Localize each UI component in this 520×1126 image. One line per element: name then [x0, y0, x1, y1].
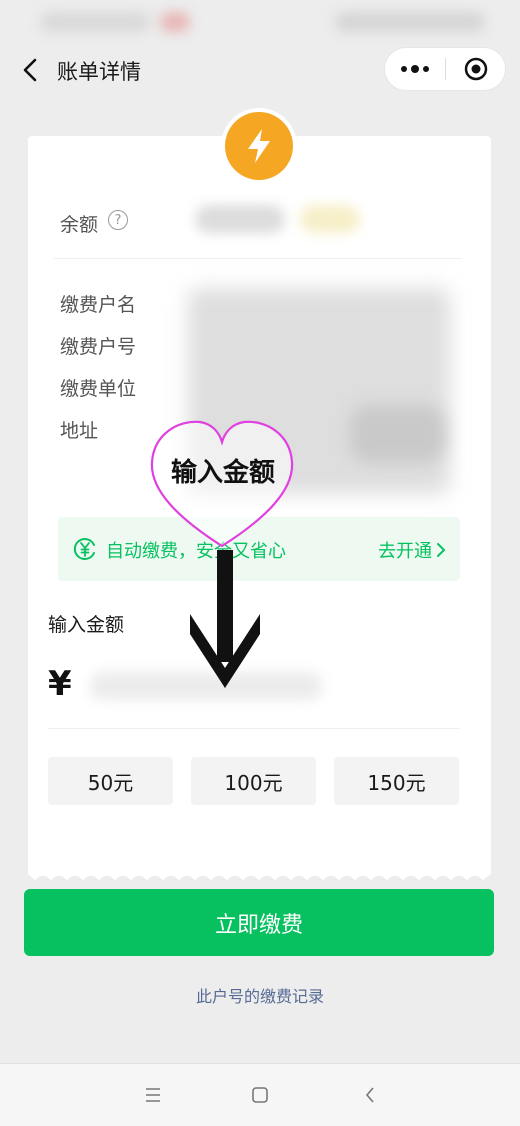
square-home-icon [252, 1087, 268, 1103]
back-button[interactable] [14, 54, 46, 86]
quick-amount-150-button[interactable]: 150元 [334, 757, 459, 805]
chevron-right-icon [437, 543, 446, 557]
card-divider-top [54, 258, 462, 259]
close-button[interactable] [446, 48, 505, 90]
address-value-blur [350, 405, 445, 463]
chevron-left-icon [23, 58, 37, 82]
status-icons-blur [335, 12, 485, 32]
lightning-badge [225, 112, 293, 180]
balance-badge-blur [300, 205, 360, 233]
mini-program-capsule [384, 47, 506, 91]
field-label-account-number: 缴费户号 [60, 336, 137, 358]
heart-annotation-text: 输入金额 [170, 458, 275, 488]
lightning-icon [248, 129, 270, 163]
status-time-blur [40, 12, 150, 32]
system-back-button[interactable] [355, 1080, 385, 1110]
back-chevron-icon [365, 1087, 374, 1103]
recent-apps-button[interactable] [138, 1080, 168, 1110]
payment-records-link[interactable]: 此户号的缴费记录 [0, 983, 520, 1007]
balance-label: 余额 [60, 214, 99, 236]
auto-pay-open-link[interactable]: 去开通 [378, 537, 446, 563]
more-dots-icon [399, 65, 431, 73]
field-label-account-name: 缴费户名 [60, 294, 137, 316]
menu-lines-icon [146, 1088, 160, 1102]
card-zigzag-edge [28, 866, 491, 880]
system-navigation-bar [0, 1063, 520, 1126]
quick-amount-50-button[interactable]: 50元 [48, 757, 173, 805]
more-button[interactable] [385, 48, 445, 90]
balance-value-blur [195, 205, 285, 233]
question-circle-icon[interactable]: ? [108, 210, 128, 230]
amount-label: 输入金额 [48, 614, 125, 636]
field-label-payee-unit: 缴费单位 [60, 378, 137, 400]
quick-amount-100-button[interactable]: 100元 [191, 757, 316, 805]
auto-pay-link-label: 去开通 [378, 541, 432, 562]
arrow-down-icon [190, 550, 260, 688]
target-close-icon [464, 57, 487, 81]
status-bar [0, 0, 520, 44]
card-divider-amount [48, 728, 460, 729]
page-title: 账单详情 [57, 60, 141, 84]
field-label-address: 地址 [60, 420, 99, 442]
pay-now-button[interactable]: 立即缴费 [24, 889, 494, 956]
navigation-bar: 账单详情 [0, 44, 520, 96]
currency-symbol: ¥ [48, 664, 72, 704]
yen-cycle-icon [73, 538, 95, 560]
home-button[interactable] [245, 1080, 275, 1110]
status-indicator-blur [160, 12, 190, 32]
